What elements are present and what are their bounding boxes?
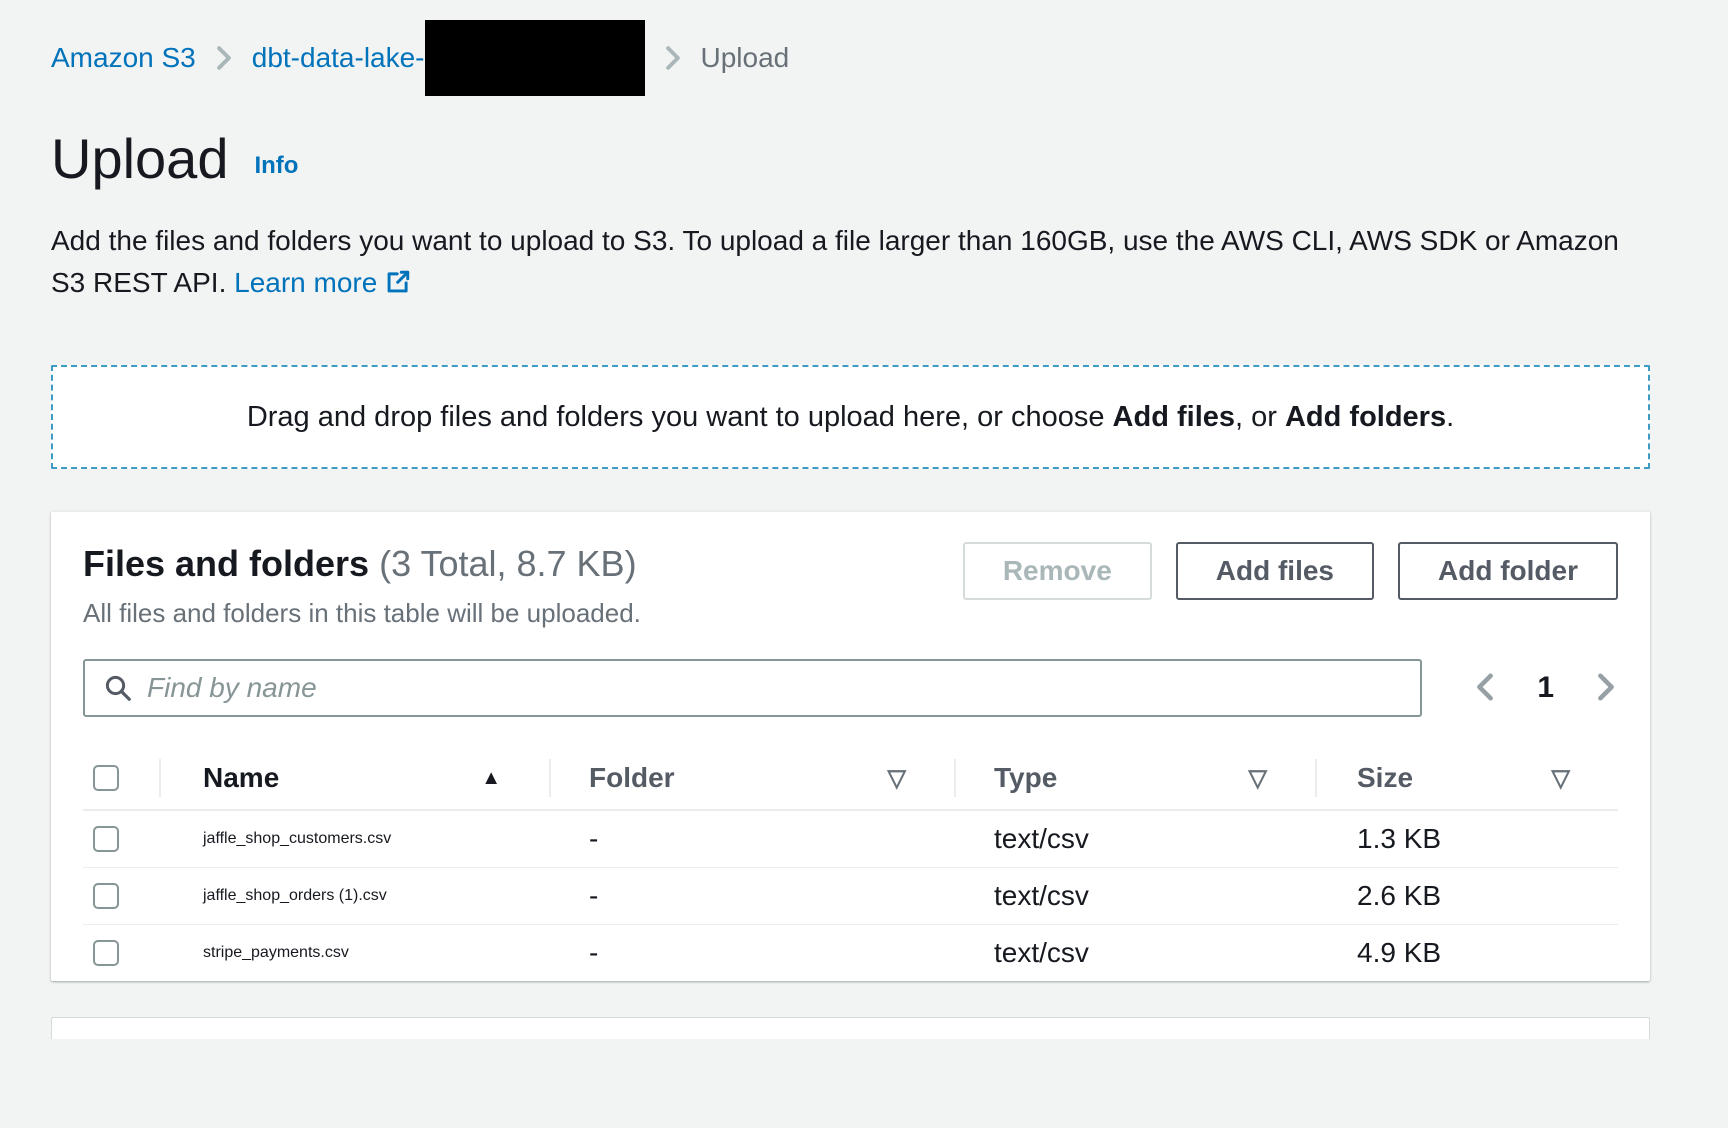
file-type: text/csv (954, 811, 1315, 867)
info-link[interactable]: Info (254, 152, 298, 192)
next-panel-top-edge (51, 1017, 1650, 1039)
add-files-button[interactable]: Add files (1176, 542, 1374, 600)
pagination: 1 (1422, 671, 1618, 705)
table-row: jaffle_shop_customers.csv - text/csv 1.3… (83, 811, 1618, 868)
file-name: jaffle_shop_orders (1).csv (159, 868, 549, 924)
external-link-icon (385, 265, 411, 307)
file-size: 1.3 KB (1315, 811, 1618, 867)
breadcrumb-bucket-link[interactable]: dbt-data-lake- (252, 42, 425, 74)
remove-button[interactable]: Remove (963, 542, 1152, 600)
panel-subtitle: All files and folders in this table will… (83, 598, 641, 629)
column-header-size[interactable]: Size ▽ (1315, 747, 1618, 809)
row-checkbox[interactable] (93, 826, 119, 852)
breadcrumb-chevron-icon (663, 45, 683, 71)
add-folder-button[interactable]: Add folder (1398, 542, 1618, 600)
file-folder: - (549, 868, 954, 924)
table-row: stripe_payments.csv - text/csv 4.9 KB (83, 925, 1618, 981)
redacted-bucket-name (425, 20, 645, 96)
row-checkbox[interactable] (93, 940, 119, 966)
file-size: 2.6 KB (1315, 868, 1618, 924)
page-description: Add the files and folders you want to up… (51, 220, 1650, 307)
files-and-folders-panel: Files and folders (3 Total, 8.7 KB) All … (51, 511, 1650, 981)
select-all-checkbox[interactable] (93, 765, 119, 791)
search-box (83, 659, 1422, 717)
previous-page-button[interactable] (1473, 672, 1497, 705)
file-type: text/csv (954, 868, 1315, 924)
panel-title: Files and folders (3 Total, 8.7 KB) (83, 542, 641, 586)
filter-icon[interactable]: ▽ (1249, 764, 1267, 793)
breadcrumb: Amazon S3 dbt-data-lake- Upload (51, 20, 1650, 96)
sort-ascending-icon[interactable]: ▲ (481, 767, 501, 790)
search-icon (103, 673, 133, 703)
row-checkbox[interactable] (93, 883, 119, 909)
current-page-number[interactable]: 1 (1537, 671, 1554, 705)
breadcrumb-current: Upload (701, 42, 790, 74)
table-header-row: Name ▲ Folder ▽ Type ▽ Size ▽ (83, 747, 1618, 811)
breadcrumb-amazon-s3-link[interactable]: Amazon S3 (51, 42, 196, 74)
table-row: jaffle_shop_orders (1).csv - text/csv 2.… (83, 868, 1618, 925)
file-folder: - (549, 811, 954, 867)
next-page-button[interactable] (1594, 672, 1618, 705)
file-size: 4.9 KB (1315, 925, 1618, 981)
column-header-type[interactable]: Type ▽ (954, 747, 1315, 809)
column-header-name[interactable]: Name ▲ (159, 747, 549, 809)
column-header-folder[interactable]: Folder ▽ (549, 747, 954, 809)
chevron-right-icon (1594, 672, 1618, 705)
files-table: Name ▲ Folder ▽ Type ▽ Size ▽ jaffl (83, 747, 1618, 981)
filter-icon[interactable]: ▽ (1552, 764, 1570, 793)
drag-and-drop-zone[interactable]: Drag and drop files and folders you want… (51, 365, 1650, 469)
dropzone-text: Drag and drop files and folders you want… (247, 401, 1454, 434)
file-folder: - (549, 925, 954, 981)
file-name: stripe_payments.csv (159, 925, 549, 981)
filter-icon[interactable]: ▽ (888, 764, 906, 793)
panel-count: (3 Total, 8.7 KB) (379, 543, 636, 584)
breadcrumb-chevron-icon (214, 45, 234, 71)
search-input[interactable] (147, 672, 1402, 704)
chevron-left-icon (1473, 672, 1497, 705)
file-type: text/csv (954, 925, 1315, 981)
learn-more-link[interactable]: Learn more (234, 267, 411, 298)
file-name: jaffle_shop_customers.csv (159, 811, 549, 867)
page-title: Upload (51, 126, 228, 192)
